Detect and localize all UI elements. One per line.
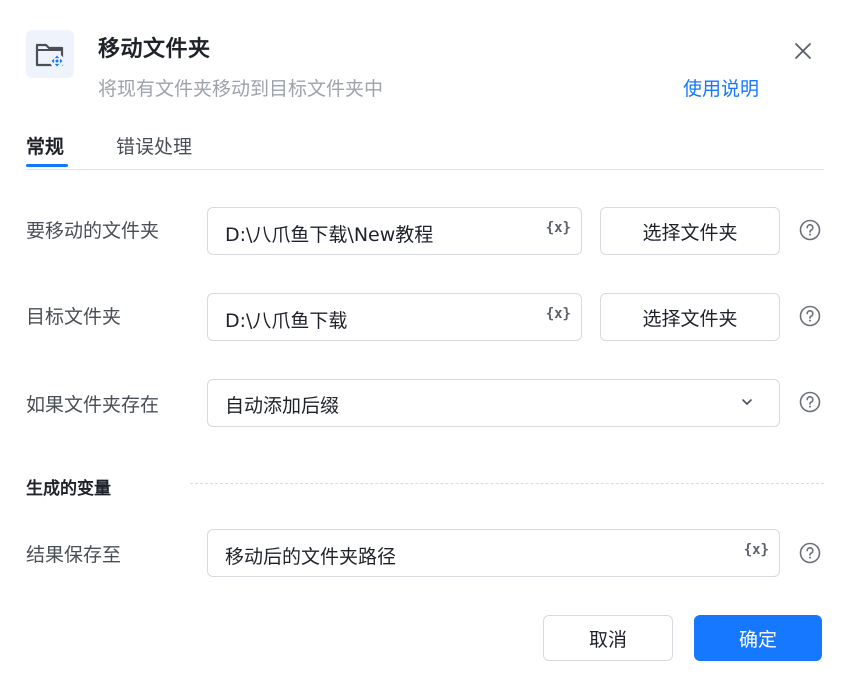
source-folder-value: D:\八爪鱼下载\New教程 xyxy=(225,224,434,246)
select-target-folder-button[interactable]: 选择文件夹 xyxy=(600,293,780,341)
help-icon[interactable] xyxy=(799,219,821,241)
help-icon[interactable] xyxy=(799,391,821,413)
target-folder-input[interactable]: D:\八爪鱼下载 {x} xyxy=(207,293,582,341)
dialog-subtitle: 将现有文件夹移动到目标文件夹中 xyxy=(98,78,384,100)
variable-icon[interactable]: {x} xyxy=(546,306,571,322)
help-icon[interactable] xyxy=(799,305,821,327)
target-folder-label: 目标文件夹 xyxy=(26,306,122,328)
if-exists-select[interactable]: 自动添加后缀 xyxy=(207,379,780,427)
result-save-label: 结果保存至 xyxy=(26,544,122,566)
source-folder-label: 要移动的文件夹 xyxy=(26,220,160,242)
help-icon[interactable] xyxy=(799,542,821,564)
section-title-output-variables: 生成的变量 xyxy=(26,479,111,499)
active-tab-indicator xyxy=(26,164,68,167)
result-variable-input[interactable]: 移动后的文件夹路径 {x} xyxy=(207,529,780,577)
target-folder-value: D:\八爪鱼下载 xyxy=(225,310,348,332)
variable-icon[interactable]: {x} xyxy=(546,220,571,236)
variable-icon[interactable]: {x} xyxy=(744,542,769,558)
cancel-button[interactable]: 取消 xyxy=(543,615,673,661)
close-button[interactable] xyxy=(790,38,816,64)
chevron-down-icon xyxy=(742,399,752,405)
close-icon xyxy=(795,43,811,59)
if-exists-label: 如果文件夹存在 xyxy=(26,394,160,416)
tab-error-handling[interactable]: 错误处理 xyxy=(116,132,192,159)
tab-general[interactable]: 常规 xyxy=(26,132,64,159)
result-variable-value: 移动后的文件夹路径 xyxy=(225,546,397,568)
folder-move-icon xyxy=(26,30,74,78)
help-link[interactable]: 使用说明 xyxy=(683,74,759,101)
source-folder-input[interactable]: D:\八爪鱼下载\New教程 {x} xyxy=(207,207,582,255)
move-folder-dialog: 移动文件夹 将现有文件夹移动到目标文件夹中 使用说明 常规 错误处理 要移动的文… xyxy=(0,0,847,688)
confirm-button[interactable]: 确定 xyxy=(694,615,822,661)
if-exists-value: 自动添加后缀 xyxy=(225,395,340,417)
dialog-title: 移动文件夹 xyxy=(98,37,211,62)
tab-bar: 常规 错误处理 xyxy=(26,128,824,170)
select-source-folder-button[interactable]: 选择文件夹 xyxy=(600,207,780,255)
section-divider xyxy=(190,483,824,484)
